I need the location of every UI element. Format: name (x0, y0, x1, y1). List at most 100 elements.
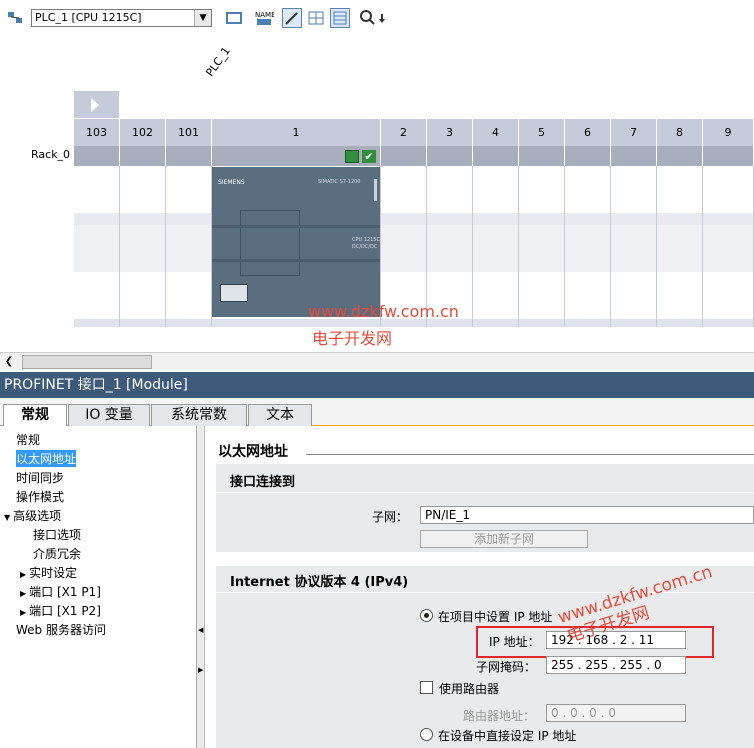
slot-number: 3 (427, 119, 473, 146)
slot-number: 103 (74, 119, 120, 146)
scrollbar-thumb[interactable] (22, 355, 152, 369)
nav-item-realtime[interactable]: ▶ 实时设定 (20, 564, 77, 581)
nav-item-media-redundancy[interactable]: 介质冗余 (33, 545, 81, 562)
slot-body (166, 166, 212, 327)
slot-number: 8 (657, 119, 703, 146)
expanded-triangle-icon[interactable]: ▼ (4, 513, 10, 522)
device-dropdown[interactable]: PLC_1 [CPU 1215C] ▼ (31, 9, 212, 27)
rack-slot[interactable]: 5 (519, 119, 565, 327)
group-divider (216, 492, 754, 493)
rack-slot[interactable]: 101 (166, 119, 212, 327)
watermark-name: 电子开发网 (312, 329, 393, 348)
radio-set-ip-in-project[interactable] (420, 609, 433, 622)
rack-slot[interactable]: 103 (74, 119, 120, 327)
ip-address-label: IP 地址： (489, 635, 540, 649)
nav-item-advanced[interactable]: ▼ 高级选项 (4, 507, 61, 524)
slot-number: 7 (611, 119, 657, 146)
cpu-series: SIMATIC S7-1200 (318, 179, 361, 185)
slot-band (120, 319, 165, 327)
router-address-field[interactable]: 0 . 0 . 0 . 0 (546, 704, 686, 722)
nav-item-port-p1[interactable]: ▶ 端口 [X1 P1] (20, 583, 101, 600)
property-nav-tree: 常规 以太网地址 时间同步 操作模式 ▼ 高级选项 接口选项 介质冗余 ▶ 实时设定… (0, 426, 197, 748)
grid-icon[interactable] (306, 8, 326, 28)
nav-item-ethernet-address[interactable]: 以太网地址 (16, 450, 77, 467)
subnet-mask-field[interactable]: 255 . 255 . 255 . 0 (546, 656, 686, 674)
interface-connect-title: 接口连接到 (230, 475, 296, 490)
slot-rack-bar (166, 146, 212, 166)
slot-rack-bar (473, 146, 519, 166)
play-arrow-icon (91, 98, 99, 112)
device-toolbar: PLC_1 [CPU 1215C] ▼ NAME (0, 0, 754, 36)
ipv4-title: Internet 协议版本 4 (IPv4) (230, 575, 409, 590)
slot-band (120, 213, 165, 225)
tab-io-tags[interactable]: IO 变量 (68, 404, 150, 426)
collapsed-triangle-icon[interactable]: ▶ (20, 589, 26, 598)
slot-rack-bar (519, 146, 565, 166)
tab-general[interactable]: 常规 (3, 404, 67, 426)
slot-body (657, 166, 703, 327)
splitter-arrow-icon[interactable]: ▶ (198, 666, 203, 674)
subnet-label: 子网： (372, 510, 409, 524)
rack-slot[interactable]: 8 (657, 119, 703, 327)
scroll-left-icon[interactable]: ❮ (2, 355, 16, 369)
nav-item-port-p2[interactable]: ▶ 端口 [X1 P2] (20, 602, 101, 619)
rack-slot[interactable]: 102 (120, 119, 166, 327)
tab-bar: 常规 IO 变量 系统常数 文本 (0, 398, 754, 427)
rack-label: Rack_0 (31, 148, 71, 161)
slot-number: 6 (565, 119, 611, 146)
slot-band (473, 319, 518, 327)
rack-slot[interactable]: 4 (473, 119, 519, 327)
nav-item-port-p1-label: 端口 [X1 P1] (29, 585, 101, 599)
horizontal-scrollbar[interactable]: ❮ (0, 352, 754, 370)
slot-band (166, 225, 211, 272)
slot-band (657, 319, 702, 327)
radio-set-ip-on-device[interactable] (420, 728, 433, 741)
slot-band (381, 213, 426, 225)
pen-icon[interactable] (282, 8, 302, 28)
rack-slot[interactable]: 7 (611, 119, 657, 327)
tab-system-constants[interactable]: 系统常数 (151, 404, 247, 426)
cpu-module[interactable]: SIEMENS SIMATIC S7-1200 CPU 1215C DC/DC/… (212, 167, 380, 317)
panel-splitter[interactable]: ◀ ▶ (197, 426, 205, 748)
slot-band (166, 319, 211, 327)
add-subnet-button[interactable]: 添加新子网 (420, 530, 588, 548)
nav-item-advanced-label: 高级选项 (13, 509, 62, 523)
rack-expand-button[interactable] (74, 91, 119, 118)
properties-title: PROFINET 接口_1 [Module] (0, 372, 754, 398)
collapsed-triangle-icon[interactable]: ▶ (20, 608, 26, 617)
cpu-type: CPU 1215C (352, 237, 380, 243)
watermark-site: www.dzkfw.com.cn (308, 302, 459, 321)
device-overview-icon[interactable] (224, 8, 244, 28)
nav-item-web-server[interactable]: Web 服务器访问 (16, 621, 106, 638)
zoom-icon[interactable] (358, 8, 378, 28)
use-router-checkbox[interactable] (420, 681, 433, 694)
rack-slot[interactable]: 3 (427, 119, 473, 327)
download-arrow-icon[interactable] (376, 8, 388, 28)
radio-set-ip-in-project-label: 在项目中设置 IP 地址 (438, 610, 553, 624)
cpu-subtype: DC/DC/DC (352, 244, 378, 250)
nav-item-interface-options[interactable]: 接口选项 (33, 526, 81, 543)
show-name-icon[interactable]: NAME (254, 8, 274, 28)
cpu-indicator (374, 179, 377, 201)
nav-item-operating-mode[interactable]: 操作模式 (16, 488, 64, 505)
splitter-arrow-icon[interactable]: ◀ (198, 626, 203, 634)
nav-item-general[interactable]: 常规 (16, 431, 40, 448)
slot-band (473, 225, 518, 272)
slot-band (611, 213, 656, 225)
slot-number: 102 (120, 119, 166, 146)
slot-number: 9 (703, 119, 754, 146)
slot-band (519, 319, 564, 327)
network-view-icon[interactable] (5, 8, 25, 28)
nav-item-time-sync[interactable]: 时间同步 (16, 469, 64, 486)
subnet-field[interactable]: PN/IE_1 (420, 506, 754, 524)
tab-texts[interactable]: 文本 (248, 404, 312, 426)
radio-set-ip-on-device-label: 在设备中直接设定 IP 地址 (438, 729, 577, 743)
rack-slot[interactable]: 2 (381, 119, 427, 327)
rack-slot[interactable]: 9 (703, 119, 754, 327)
chevron-down-icon[interactable]: ▼ (194, 10, 211, 26)
slot-band (166, 213, 211, 225)
ethernet-port-icon[interactable] (220, 284, 248, 302)
collapsed-triangle-icon[interactable]: ▶ (20, 570, 26, 579)
rack-slot[interactable]: 6 (565, 119, 611, 327)
table-view-icon[interactable] (330, 8, 350, 28)
